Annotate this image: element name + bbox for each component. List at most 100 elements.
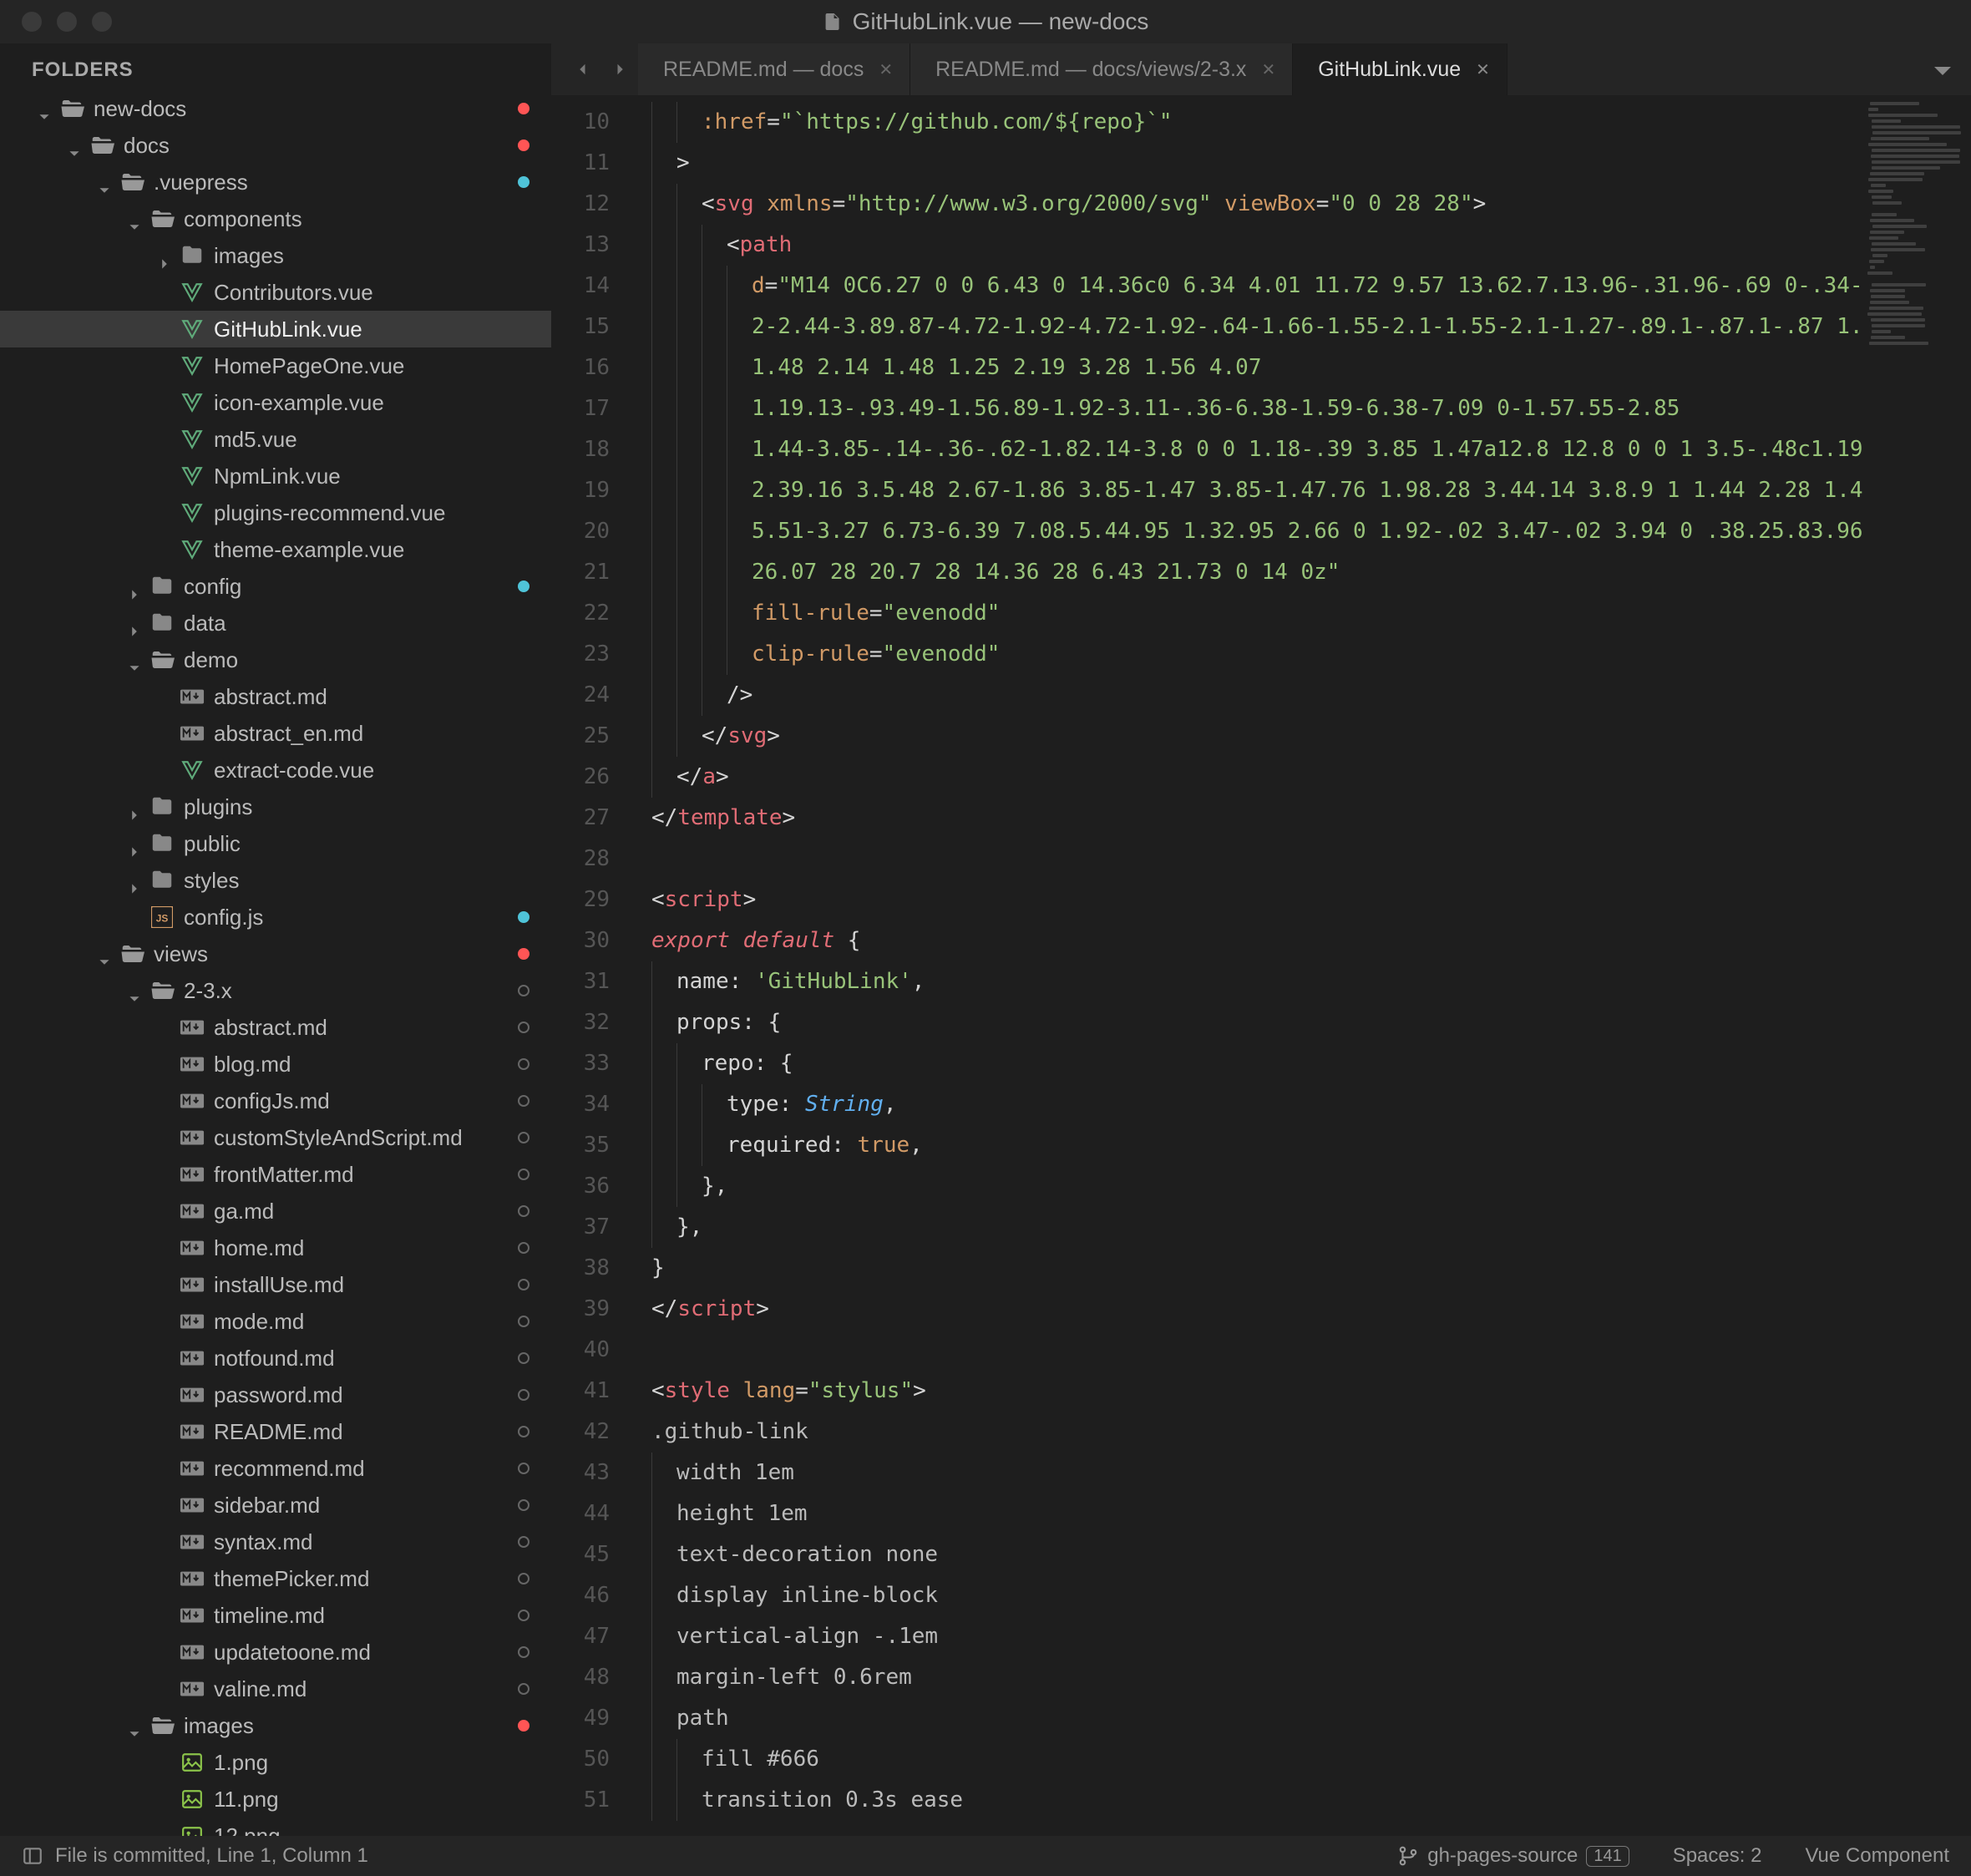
tree-row[interactable]: new-docs: [0, 90, 551, 127]
tree-row[interactable]: icon-example.vue: [0, 384, 551, 421]
minimize-window-button[interactable]: [57, 12, 77, 32]
code-line[interactable]: }: [635, 1248, 1862, 1289]
tab-close-icon[interactable]: ✕: [1476, 59, 1490, 80]
tab[interactable]: README.md — docs✕: [638, 43, 910, 95]
tree-row[interactable]: configJs.md: [0, 1083, 551, 1119]
tree-row[interactable]: 2-3.x: [0, 972, 551, 1009]
code-line[interactable]: },: [635, 1207, 1862, 1248]
tree-row[interactable]: valine.md: [0, 1671, 551, 1707]
code-line[interactable]: :href="`https://github.com/${repo}`": [635, 102, 1862, 143]
disclosure-down-icon[interactable]: [68, 139, 80, 151]
code-line[interactable]: 26.07 28 20.7 28 14.36 28 6.43 21.73 0 1…: [635, 552, 1862, 593]
code-line[interactable]: </a>: [635, 757, 1862, 798]
code-line[interactable]: path: [635, 1698, 1862, 1739]
code-line[interactable]: },: [635, 1166, 1862, 1207]
tree-row[interactable]: demo: [0, 641, 551, 678]
tab-overflow-button[interactable]: [1914, 57, 1971, 83]
code-line[interactable]: <style lang="stylus">: [635, 1371, 1862, 1412]
code-line[interactable]: name: 'GitHubLink',: [635, 961, 1862, 1002]
tree-row[interactable]: views: [0, 935, 551, 972]
code-line[interactable]: display inline-block: [635, 1575, 1862, 1616]
code-line[interactable]: .github-link: [635, 1412, 1862, 1453]
tree-row[interactable]: updatetoone.md: [0, 1634, 551, 1671]
tree-row[interactable]: recommend.md: [0, 1450, 551, 1487]
tree-row[interactable]: NpmLink.vue: [0, 458, 551, 494]
tab-close-icon[interactable]: ✕: [1261, 59, 1275, 80]
minimap[interactable]: [1862, 95, 1971, 1836]
tree-row[interactable]: .vuepress: [0, 164, 551, 200]
indent-status[interactable]: Spaces: 2: [1673, 1844, 1762, 1868]
code-line[interactable]: </script>: [635, 1289, 1862, 1330]
git-branch-indicator[interactable]: gh-pages-source 141: [1397, 1844, 1629, 1868]
tree-row[interactable]: components: [0, 200, 551, 237]
code-line[interactable]: [635, 839, 1862, 880]
disclosure-right-icon[interactable]: [129, 838, 140, 849]
tree-row[interactable]: ga.md: [0, 1193, 551, 1230]
code-line[interactable]: 2.39.16 3.5.48 2.67-1.86 3.85-1.47 3.85-…: [635, 470, 1862, 511]
code-line[interactable]: text-decoration none: [635, 1534, 1862, 1575]
disclosure-down-icon[interactable]: [38, 103, 50, 114]
tree-row[interactable]: 1.png: [0, 1744, 551, 1781]
code-content[interactable]: :href="`https://github.com/${repo}`"><sv…: [635, 95, 1862, 1836]
tree-row[interactable]: 12.png: [0, 1818, 551, 1836]
disclosure-right-icon[interactable]: [129, 801, 140, 813]
code-line[interactable]: <path: [635, 225, 1862, 266]
tree-row[interactable]: customStyleAndScript.md: [0, 1119, 551, 1156]
tree-row[interactable]: data: [0, 605, 551, 641]
code-line[interactable]: transition 0.3s ease: [635, 1780, 1862, 1821]
tab-close-icon[interactable]: ✕: [879, 59, 893, 80]
code-line[interactable]: vertical-align -.1em: [635, 1616, 1862, 1657]
code-line[interactable]: <script>: [635, 880, 1862, 920]
code-line[interactable]: 5.51-3.27 6.73-6.39 7.08.5.44.95 1.32.95…: [635, 511, 1862, 552]
code-line[interactable]: />: [635, 675, 1862, 716]
code-line[interactable]: 1.48 2.14 1.48 1.25 2.19 3.28 1.56 4.07: [635, 347, 1862, 388]
language-mode[interactable]: Vue Component: [1805, 1844, 1949, 1868]
tree-row[interactable]: styles: [0, 862, 551, 899]
tree-row[interactable]: installUse.md: [0, 1266, 551, 1303]
tree-row[interactable]: plugins-recommend.vue: [0, 494, 551, 531]
tree-row[interactable]: HomePageOne.vue: [0, 347, 551, 384]
code-line[interactable]: props: {: [635, 1002, 1862, 1043]
tree-row[interactable]: public: [0, 825, 551, 862]
panel-icon[interactable]: [22, 1845, 43, 1867]
tree-row[interactable]: 11.png: [0, 1781, 551, 1818]
tree-row[interactable]: blog.md: [0, 1046, 551, 1083]
tree-row[interactable]: Contributors.vue: [0, 274, 551, 311]
code-line[interactable]: [635, 1330, 1862, 1371]
code-line[interactable]: </template>: [635, 798, 1862, 839]
tree-row[interactable]: password.md: [0, 1377, 551, 1413]
tree-row[interactable]: frontMatter.md: [0, 1156, 551, 1193]
code-line[interactable]: <svg xmlns="http://www.w3.org/2000/svg" …: [635, 184, 1862, 225]
code-line[interactable]: >: [635, 143, 1862, 184]
close-window-button[interactable]: [22, 12, 42, 32]
tree-row[interactable]: docs: [0, 127, 551, 164]
code-line[interactable]: 1.44-3.85-.14-.36-.62-1.82.14-3.8 0 0 1.…: [635, 429, 1862, 470]
disclosure-down-icon[interactable]: [129, 985, 140, 996]
tree-row[interactable]: images: [0, 237, 551, 274]
code-line[interactable]: required: true,: [635, 1125, 1862, 1166]
tab[interactable]: GitHubLink.vue✕: [1293, 43, 1507, 95]
tree-row[interactable]: home.md: [0, 1230, 551, 1266]
tree-row[interactable]: notfound.md: [0, 1340, 551, 1377]
disclosure-down-icon[interactable]: [99, 176, 110, 188]
tree-row[interactable]: themePicker.md: [0, 1560, 551, 1597]
zoom-window-button[interactable]: [92, 12, 112, 32]
code-line[interactable]: clip-rule="evenodd": [635, 634, 1862, 675]
code-line[interactable]: repo: {: [635, 1043, 1862, 1084]
code-line[interactable]: type: String,: [635, 1084, 1862, 1125]
tree-row[interactable]: md5.vue: [0, 421, 551, 458]
tree-row[interactable]: JSconfig.js: [0, 899, 551, 935]
disclosure-down-icon[interactable]: [129, 213, 140, 225]
tree-row[interactable]: abstract.md: [0, 1009, 551, 1046]
tree-row[interactable]: images: [0, 1707, 551, 1744]
disclosure-down-icon[interactable]: [129, 1720, 140, 1731]
tree-row[interactable]: GitHubLink.vue: [0, 311, 551, 347]
disclosure-down-icon[interactable]: [99, 948, 110, 960]
tab-nav-back[interactable]: [565, 61, 601, 78]
code-line[interactable]: export default {: [635, 920, 1862, 961]
tree-row[interactable]: extract-code.vue: [0, 752, 551, 788]
code-line[interactable]: fill-rule="evenodd": [635, 593, 1862, 634]
tab-nav-forward[interactable]: [601, 61, 638, 78]
code-line[interactable]: margin-left 0.6rem: [635, 1657, 1862, 1698]
disclosure-right-icon[interactable]: [129, 875, 140, 886]
